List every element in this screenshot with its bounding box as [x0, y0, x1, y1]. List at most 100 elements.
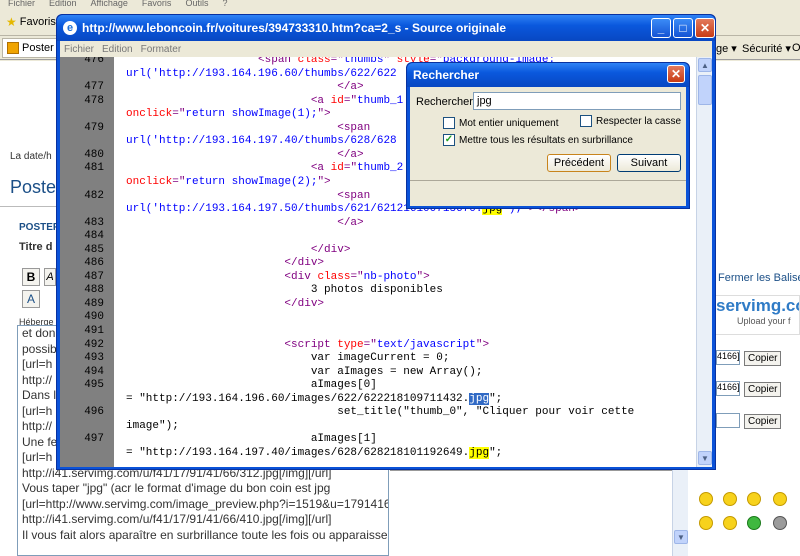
code-text: var imageCurrent = 0;	[126, 352, 450, 365]
code-line: 490	[60, 311, 696, 324]
frog-icon[interactable]	[747, 516, 761, 533]
code-text: </div>	[126, 257, 325, 270]
post-date-text: La date/h	[10, 151, 52, 162]
copier-button-2[interactable]: Copier	[744, 382, 782, 397]
find-dialog-body: Rechercher : jpg Mot entier uniquement R…	[410, 87, 686, 206]
copier-button-3[interactable]: Copier	[744, 414, 782, 429]
line-number: 494	[84, 365, 104, 378]
code-text: url('http://193.164.197.40/thumbs/628/62…	[126, 135, 397, 148]
browser-menu-item[interactable]: Edition	[49, 0, 77, 8]
source-menubar: Fichier Edition Formater	[60, 41, 712, 57]
browser-menu-item[interactable]: Favoris	[142, 0, 172, 8]
bold-button[interactable]: B	[22, 268, 40, 286]
url-field-3[interactable]	[716, 413, 740, 428]
close-tags-link[interactable]: Fermer les Balise	[718, 272, 800, 284]
whole-word-label: Mot entier uniquement	[459, 118, 559, 129]
scroll-down-arrow-icon[interactable]: ▼	[674, 530, 688, 544]
security-menu-button[interactable]: Sécurité ▾	[738, 38, 795, 58]
code-text: <span	[126, 121, 371, 134]
code-text: <script type="text/javascript">	[126, 338, 490, 351]
source-vertical-scrollbar[interactable]: ▲ ▼	[696, 57, 712, 467]
code-text: </a>	[126, 148, 364, 161]
line-number: 495	[84, 379, 104, 392]
highlight-all-checkbox[interactable]: ✓	[443, 134, 455, 146]
smiley-icon[interactable]	[723, 492, 737, 509]
source-window-title: http://www.leboncoin.fr/voitures/3947333…	[82, 21, 507, 35]
code-line: = "http://193.164.197.40/images/628/6282…	[60, 446, 696, 460]
next-button[interactable]: Suivant	[617, 154, 681, 172]
line-number: 497	[84, 433, 104, 446]
smiley-icon[interactable]	[699, 516, 713, 533]
menu-fichier[interactable]: Fichier	[64, 44, 94, 55]
smiley-icon[interactable]	[723, 516, 737, 533]
url-field-2[interactable]: 4166]|	[716, 381, 740, 396]
scroll-down-arrow-icon[interactable]: ▼	[698, 451, 712, 465]
source-window-titlebar[interactable]: e http://www.leboncoin.fr/voitures/39473…	[57, 15, 715, 41]
previous-button[interactable]: Précédent	[547, 154, 611, 172]
whole-word-checkbox[interactable]	[443, 117, 455, 129]
minimize-button[interactable]: _	[651, 18, 671, 38]
find-close-button[interactable]: ✕	[667, 65, 685, 83]
italic-button[interactable]: A	[44, 268, 56, 286]
code-text: onclick="return showImage(2);">	[126, 175, 331, 188]
code-text: var aImages = new Array();	[126, 365, 483, 378]
find-dialog-titlebar[interactable]: Rechercher	[407, 63, 689, 87]
browser-menu-item[interactable]: Affichage	[91, 0, 128, 8]
editor-divider	[390, 470, 672, 488]
maximize-button[interactable]: □	[673, 18, 693, 38]
page-menu-button[interactable]: ge ▾	[712, 38, 741, 58]
page-heading: Poste	[10, 177, 57, 197]
line-number: 487	[84, 270, 104, 283]
code-text: <span	[126, 189, 371, 202]
smiley-icon[interactable]	[699, 492, 713, 509]
line-number: 479	[84, 121, 104, 134]
code-line: 493 var imageCurrent = 0;	[60, 352, 696, 365]
smiley-icon[interactable]	[747, 492, 761, 509]
close-button[interactable]: ✕	[695, 18, 715, 38]
code-text: </a>	[126, 81, 364, 94]
browser-menubar: Fichier Edition Affichage Favoris Outils?	[0, 0, 800, 8]
code-line: 496 set_title("thumb_0", "Cliquer pour v…	[60, 406, 696, 419]
smiley-icon[interactable]	[773, 492, 787, 509]
font-size-button[interactable]: A	[22, 290, 40, 308]
editor-scrollbar[interactable]: ▼	[672, 470, 688, 556]
favorites-label: Favoris	[19, 16, 56, 28]
search-input[interactable]: jpg	[473, 92, 681, 110]
code-line: 492 <script type="text/javascript">	[60, 339, 696, 352]
code-line: 489 </div>	[60, 298, 696, 311]
url-field-1[interactable]: 4166]|	[716, 350, 740, 365]
line-number: 491	[84, 325, 104, 337]
line-number: 478	[84, 94, 104, 107]
browser-menu-item[interactable]: Outils	[185, 0, 208, 8]
code-line: 491	[60, 325, 696, 338]
match-case-checkbox[interactable]	[580, 115, 592, 127]
menu-formater[interactable]: Formater	[141, 44, 182, 55]
code-text: set_title("thumb_0", "Cliquer pour voir …	[126, 406, 635, 419]
page-icon	[7, 42, 19, 54]
code-text: <a id="thumb_2	[126, 162, 404, 175]
line-number: 496	[84, 406, 104, 419]
search-label: Rechercher :	[416, 96, 479, 108]
code-text: aImages[0]	[126, 379, 377, 392]
browser-menu-item[interactable]: Fichier	[8, 0, 35, 8]
copier-button-1[interactable]: Copier	[744, 351, 782, 366]
scroll-up-arrow-icon[interactable]: ▲	[698, 58, 712, 72]
browser-menu-item[interactable]: ?	[222, 0, 227, 8]
dialog-divider	[410, 180, 686, 181]
code-text: url('http://193.164.196.60/thumbs/622/62…	[126, 67, 397, 80]
divider	[0, 206, 56, 207]
smiley-icon[interactable]	[773, 516, 787, 533]
line-number: 480	[84, 148, 104, 161]
line-number: 482	[84, 189, 104, 202]
line-number: 483	[84, 216, 104, 229]
line-number: 481	[84, 162, 104, 175]
code-line: 497 aImages[1]	[60, 433, 696, 446]
star-icon: ★	[6, 15, 17, 29]
poster-label: POSTER	[19, 222, 61, 233]
line-number: 489	[84, 297, 104, 310]
tools-menu-button[interactable]: O	[788, 38, 800, 58]
menu-edition[interactable]: Edition	[102, 44, 133, 55]
scrollbar-thumb[interactable]	[698, 75, 712, 105]
code-text: aImages[1]	[126, 433, 377, 446]
favorites-button[interactable]: ★ Favoris	[2, 12, 60, 32]
